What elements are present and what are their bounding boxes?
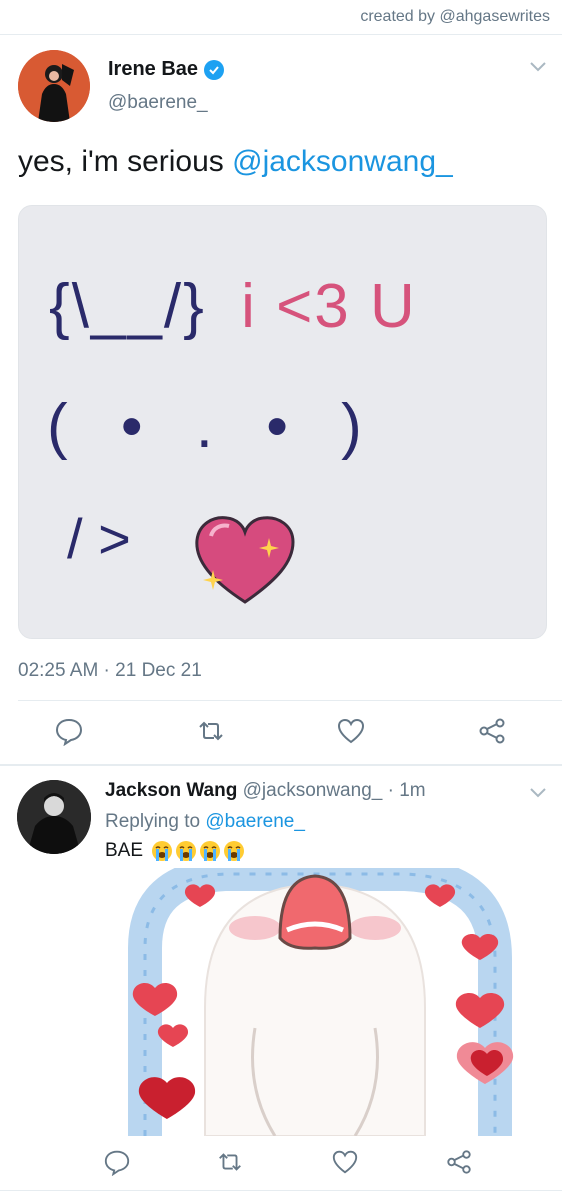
share-icon[interactable] (445, 1148, 477, 1180)
chevron-down-icon[interactable] (528, 786, 548, 804)
sparkling-heart-icon (195, 516, 295, 604)
avatar[interactable] (18, 50, 90, 122)
replying-to-label: Replying to (105, 811, 206, 832)
divider (18, 700, 562, 701)
avatar-image (18, 50, 90, 122)
loudly-crying-face-icon (224, 841, 245, 861)
reply-icon[interactable] (103, 1148, 135, 1180)
author-handle[interactable]: @jacksonwang_ (243, 780, 383, 801)
bunny-arm-text: / > (67, 507, 131, 570)
media-line1: {\__/} i <3 U (49, 271, 417, 342)
author-name-text: Irene Bae (108, 58, 199, 80)
media-line2: ( • . • ) (47, 392, 380, 461)
like-icon[interactable] (331, 1148, 363, 1180)
retweet-icon[interactable] (216, 1148, 248, 1180)
reply-text: BAE (105, 840, 245, 862)
i-love-you-text: i <3 U (241, 272, 417, 341)
author-name[interactable]: Irene Bae (108, 58, 225, 81)
tweet-timestamp[interactable]: 02:25 AM · 21 Dec 21 (18, 660, 202, 682)
avatar-image (17, 780, 91, 854)
replying-to: Replying to @baerene_ (105, 811, 305, 833)
author-name[interactable]: Jackson Wang (105, 780, 237, 801)
bunny-ears-text: {\__/} (49, 272, 206, 341)
reply-header: Jackson Wang @jacksonwang_ · 1m (105, 780, 426, 802)
chevron-down-icon[interactable] (528, 60, 548, 78)
avatar[interactable] (17, 780, 91, 854)
mention-link[interactable]: @jacksonwang_ (232, 145, 453, 178)
reply-media[interactable] (105, 868, 530, 1136)
tweet-text-plain: yes, i'm serious (18, 145, 233, 178)
credit-label: created by @ahgasewrites (360, 8, 550, 25)
reply-text-content: BAE (105, 840, 144, 861)
reply-actions (0, 1148, 562, 1184)
tweet-actions (0, 716, 562, 752)
retweet-icon[interactable] (196, 716, 228, 748)
author-handle[interactable]: @baerene_ (108, 92, 208, 114)
reply-icon[interactable] (54, 716, 86, 748)
loudly-crying-face-icon (200, 841, 221, 861)
media-line3: / > (67, 506, 131, 571)
divider (0, 34, 562, 35)
loudly-crying-face-icon (152, 841, 173, 861)
crying-cat-sticker (128, 868, 514, 1136)
mention-link[interactable]: @baerene_ (205, 811, 305, 832)
like-icon[interactable] (336, 716, 368, 748)
divider (0, 1190, 562, 1191)
share-icon[interactable] (477, 716, 509, 748)
tweet-media[interactable]: {\__/} i <3 U ( • . • ) / > (18, 205, 547, 639)
reply-time[interactable]: · 1m (388, 780, 426, 801)
loudly-crying-face-icon (176, 841, 197, 861)
divider (0, 764, 562, 766)
tweet-text: yes, i'm serious @jacksonwang_ (18, 145, 453, 179)
verified-badge-icon (204, 59, 225, 80)
